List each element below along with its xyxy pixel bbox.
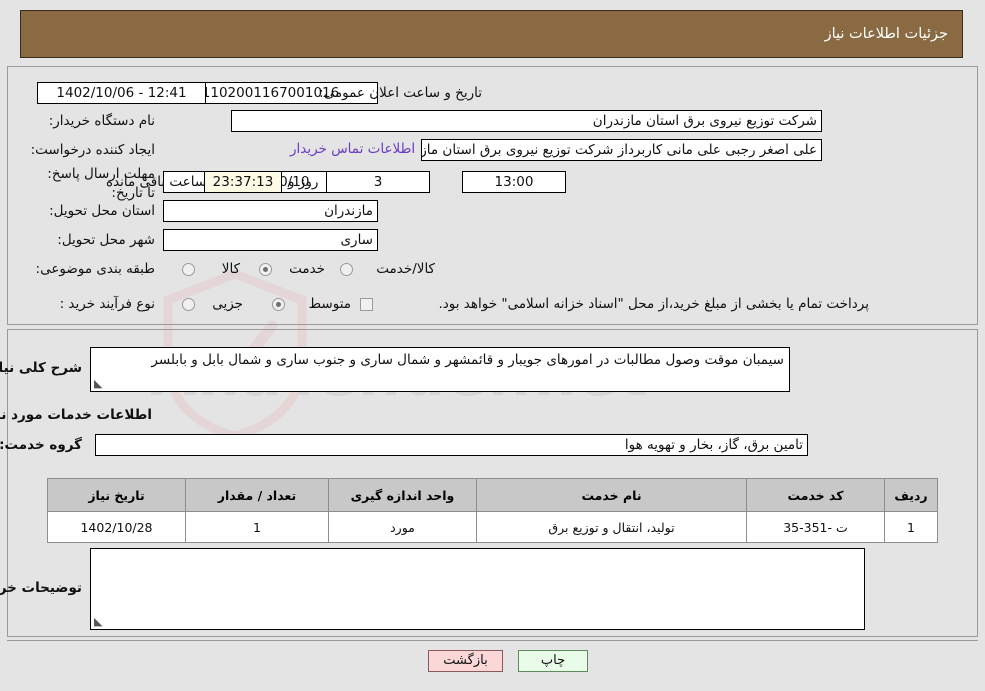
remaining-label: ساعت باقی مانده (106, 174, 207, 190)
services-heading: اطلاعات خدمات مورد نیاز (0, 407, 152, 423)
table-row: 1 ت -351-35 تولید، انتقال و توزیع برق مو… (47, 511, 938, 543)
city-value: ساری (163, 229, 378, 251)
days-label: روز و (288, 174, 319, 190)
services-table: ردیف کد خدمت نام خدمت واحد اندازه گیری ت… (47, 478, 938, 543)
footer-divider (7, 640, 978, 641)
radio-category-kala-khedmat[interactable] (340, 263, 353, 276)
resize-grip-icon[interactable]: ◢ (94, 377, 104, 390)
buyer-contact-link[interactable]: اطلاعات تماس خریدار (290, 141, 415, 157)
radio-process-motavaset-label: متوسط (308, 296, 351, 312)
radio-category-khedmat[interactable] (259, 263, 272, 276)
cell-need-date: 1402/10/28 (47, 511, 186, 543)
countdown-value: 23:37:13 (204, 171, 282, 193)
radio-category-kala[interactable] (182, 263, 195, 276)
general-desc-textarea[interactable]: سیمبان موقت وصول مطالبات در امورهای جویب… (90, 347, 790, 392)
province-label: استان محل تحویل: (49, 203, 155, 219)
cell-quantity: 1 (185, 511, 329, 543)
category-label: طبقه بندی موضوعی: (35, 261, 155, 277)
radio-process-jozii[interactable] (182, 298, 195, 311)
general-desc-value: سیمبان موقت وصول مطالبات در امورهای جویب… (151, 352, 784, 368)
th-need-date: تاریخ نیاز (47, 478, 186, 512)
print-button[interactable]: چاپ (518, 650, 588, 672)
radio-process-jozii-label: جزیی (212, 296, 243, 312)
cell-row-no: 1 (884, 511, 938, 543)
city-label: شهر محل تحویل: (57, 232, 155, 248)
cell-service-code: ت -351-35 (746, 511, 885, 543)
general-desc-label: شرح کلی نیاز: (0, 360, 82, 376)
table-header-row: ردیف کد خدمت نام خدمت واحد اندازه گیری ت… (47, 478, 938, 512)
process-label: نوع فرآیند خرید : (59, 296, 155, 312)
buyer-org-label: نام دستگاه خریدار: (48, 113, 155, 129)
treasury-bond-label: پرداخت تمام یا بخشی از مبلغ خرید،از محل … (438, 296, 869, 312)
radio-category-kala-khedmat-label: کالا/خدمت (376, 261, 435, 277)
page-title-bar: جزئیات اطلاعات نیاز (20, 10, 963, 58)
th-service-name: نام خدمت (476, 478, 747, 512)
creator-value: علی اصغر رجبی علی مانی کاربرداز شرکت توز… (421, 139, 822, 161)
treasury-bond-checkbox[interactable] (360, 298, 373, 311)
creator-label: ایجاد کننده درخواست: (30, 142, 155, 158)
radio-category-kala-label: کالا (221, 261, 240, 277)
th-service-code: کد خدمت (746, 478, 885, 512)
th-unit: واحد اندازه گیری (328, 478, 477, 512)
province-value: مازندران (163, 200, 378, 222)
buyer-org-value: شرکت توزیع نیروی برق استان مازندران (231, 110, 822, 132)
days-value: 3 (326, 171, 430, 193)
resize-grip-icon-notes[interactable]: ◢ (94, 615, 104, 628)
page-title: جزئیات اطلاعات نیاز (824, 26, 948, 42)
hour-value: 13:00 (462, 171, 566, 193)
service-group-value: تامین برق، گاز، بخار و تهویه هوا (95, 434, 808, 456)
th-quantity: تعداد / مقدار (185, 478, 329, 512)
buyer-notes-textarea[interactable]: ◢ (90, 548, 865, 630)
radio-process-motavaset[interactable] (272, 298, 285, 311)
service-group-label: گروه خدمت: (0, 437, 82, 453)
page-root: AnaTender.net جزئیات اطلاعات نیاز شماره … (0, 0, 985, 691)
buyer-notes-label: توضیحات خریدار: (0, 580, 82, 596)
cell-unit: مورد (328, 511, 477, 543)
public-announce-value: 12:41 - 1402/10/06 (37, 82, 206, 104)
th-row-no: ردیف (884, 478, 938, 512)
cell-service-name: تولید، انتقال و توزیع برق (476, 511, 747, 543)
public-announce-label: تاریخ و ساعت اعلان عمومی: (319, 85, 482, 101)
back-button[interactable]: بازگشت (428, 650, 503, 672)
radio-category-khedmat-label: خدمت (289, 261, 325, 277)
